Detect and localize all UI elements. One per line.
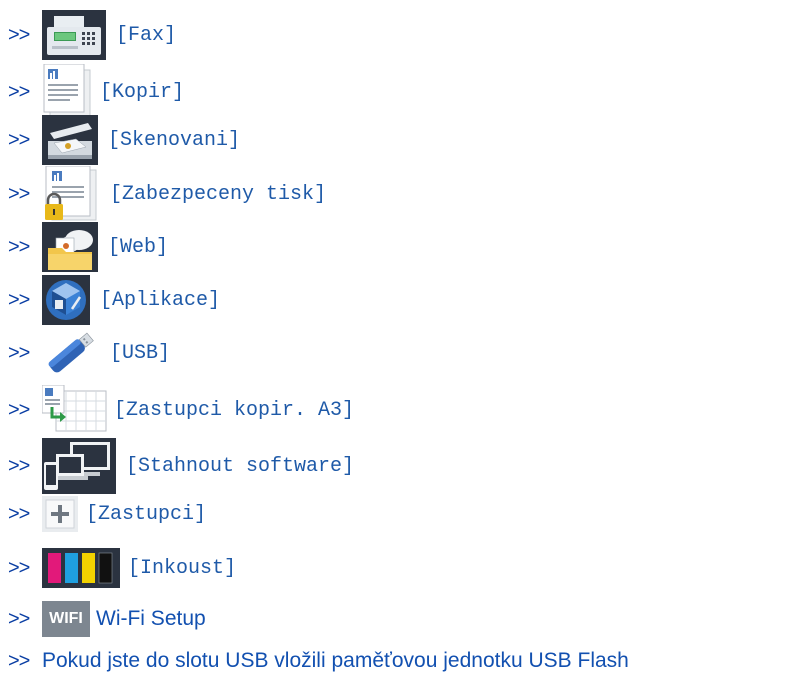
link-skenovani[interactable]: >> [Skenovani] [8, 115, 240, 165]
link-label[interactable]: [Web] [108, 236, 168, 259]
link-zastupci[interactable]: >> [Zastupci] [8, 496, 206, 532]
link-usb[interactable]: >> [USB] [8, 328, 170, 378]
web-folder-icon [42, 222, 98, 272]
link-arrow: >> [8, 502, 30, 525]
link-label[interactable]: [USB] [110, 342, 170, 365]
link-label[interactable]: [Kopir] [100, 81, 184, 104]
usb-icon [42, 328, 100, 378]
link-arrow: >> [8, 341, 30, 364]
link-label[interactable]: Pokud jste do slotu USB vložili paměťovo… [42, 649, 629, 673]
link-arrow: >> [8, 607, 30, 630]
secure-print-icon [42, 166, 100, 222]
link-arrow: >> [8, 23, 30, 46]
link-label[interactable]: [Skenovani] [108, 129, 240, 152]
link-arrow: >> [8, 288, 30, 311]
link-arrow: >> [8, 649, 30, 672]
wifi-icon-text: WIFI [49, 610, 83, 627]
link-web[interactable]: >> [Web] [8, 222, 168, 272]
link-label[interactable]: [Inkoust] [128, 557, 236, 580]
link-aplikace[interactable]: >> [Aplikace] [8, 275, 220, 325]
link-arrow: >> [8, 235, 30, 258]
plus-icon [42, 496, 78, 532]
apps-icon [42, 275, 90, 325]
link-label[interactable]: [Zastupci] [86, 503, 206, 526]
fax-icon [42, 10, 106, 60]
link-stahnout-software[interactable]: >> [Stahnout software] [8, 438, 354, 494]
scanner-icon [42, 115, 98, 165]
link-label[interactable]: [Stahnout software] [126, 455, 354, 478]
link-arrow: >> [8, 454, 30, 477]
download-software-icon [42, 438, 116, 494]
link-fax[interactable]: >> [Fax] [8, 10, 176, 60]
link-label[interactable]: [Zastupci kopir. A3] [114, 399, 354, 422]
link-arrow: >> [8, 80, 30, 103]
link-usb-flash[interactable]: >> Pokud jste do slotu USB vložili paměť… [8, 649, 629, 673]
link-arrow: >> [8, 398, 30, 421]
ink-icon [42, 548, 120, 588]
link-arrow: >> [8, 556, 30, 579]
link-label[interactable]: [Zabezpeceny tisk] [110, 183, 326, 206]
wifi-icon: WIFI [42, 601, 90, 637]
link-arrow: >> [8, 128, 30, 151]
a3-shortcut-icon [42, 385, 108, 435]
link-label[interactable]: [Fax] [116, 24, 176, 47]
copy-icon [42, 64, 96, 120]
link-arrow: >> [8, 182, 30, 205]
link-kopir[interactable]: >> [Kopir] [8, 64, 184, 120]
link-label[interactable]: Wi-Fi Setup [96, 607, 206, 631]
link-inkoust[interactable]: >> [Inkoust] [8, 548, 236, 588]
link-zastupci-kopir-a3[interactable]: >> [Zastupci kopir. A3] [8, 385, 354, 435]
link-wifi-setup[interactable]: >> WIFI Wi-Fi Setup [8, 601, 206, 637]
link-label[interactable]: [Aplikace] [100, 289, 220, 312]
link-zabezpeceny-tisk[interactable]: >> [Zabezpeceny tisk] [8, 166, 326, 222]
